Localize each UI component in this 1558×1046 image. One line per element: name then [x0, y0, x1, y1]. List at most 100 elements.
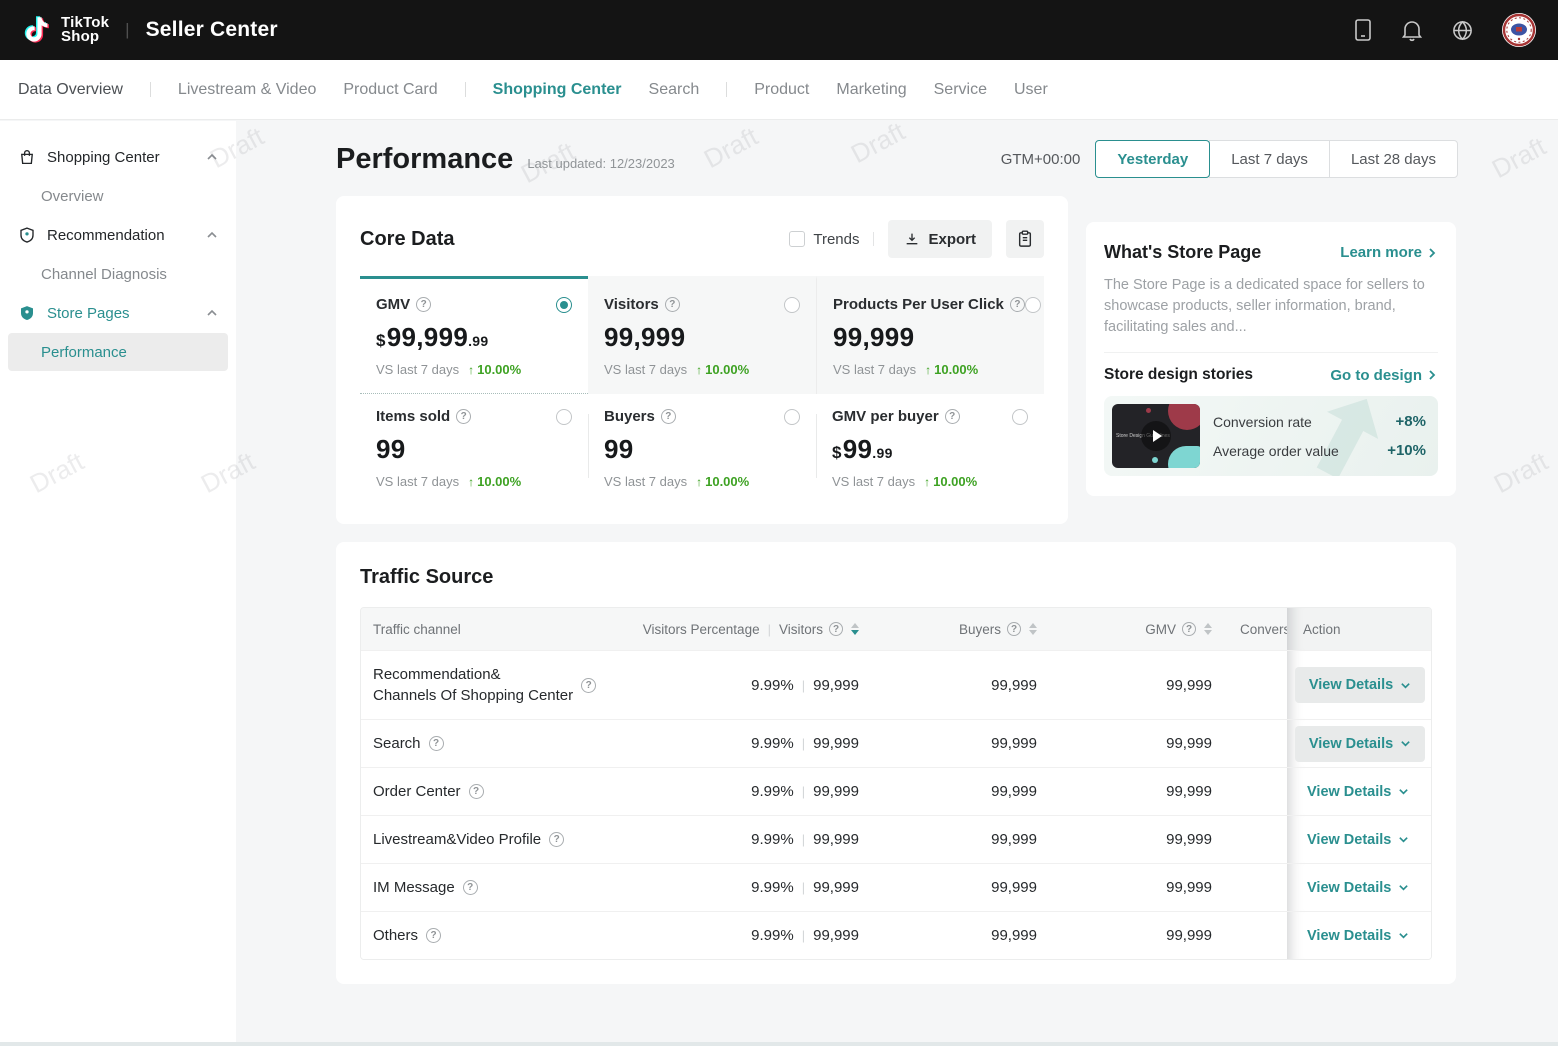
nav-item-shopping-center[interactable]: Shopping Center [493, 81, 622, 99]
nav-item-marketing[interactable]: Marketing [836, 81, 906, 99]
traffic-source-title: Traffic Source [360, 566, 1432, 589]
header-divider: | [125, 20, 129, 40]
metric-decimals: .99 [872, 445, 892, 461]
gmv-value: 99,999 [1166, 831, 1212, 848]
mobile-icon[interactable] [1353, 18, 1373, 42]
brand-text: TikTok Shop [61, 16, 109, 44]
sort-buyers-icon[interactable] [1029, 623, 1037, 635]
nav-item-search[interactable]: Search [649, 81, 700, 99]
range-button-yesterday[interactable]: Yesterday [1095, 140, 1210, 178]
help-icon[interactable]: ? [1182, 622, 1196, 636]
metric-card-gmv[interactable]: GMV?$99,999.99VS last 7 days↑10.00% [360, 276, 588, 394]
view-details-button[interactable]: View Details [1295, 822, 1421, 858]
visitors-percentage-value: 9.99% [751, 831, 794, 848]
metric-radio[interactable] [556, 409, 572, 425]
shield-star-icon [18, 226, 36, 244]
bell-icon[interactable] [1401, 18, 1423, 42]
help-icon[interactable]: ? [429, 736, 444, 751]
chevron-down-icon [1398, 930, 1409, 941]
nav-item-service[interactable]: Service [934, 81, 987, 99]
sidebar-item-overview[interactable]: Overview [0, 177, 236, 215]
table-row: IM Message?9.99%|99,99999,99999,999View … [361, 863, 1431, 911]
help-icon[interactable]: ? [665, 297, 680, 312]
metric-card-products-per-user-click[interactable]: Products Per User Click?99,999VS last 7 … [816, 276, 1044, 394]
visitors-value: 99,999 [813, 735, 859, 752]
help-icon[interactable]: ? [1010, 297, 1025, 312]
help-icon[interactable]: ? [456, 409, 471, 424]
sidebar-item-recommendation[interactable]: Recommendation [0, 215, 236, 255]
metric-decimals: .99 [468, 333, 488, 349]
range-button-last-7-days[interactable]: Last 7 days [1209, 140, 1330, 178]
table-row: Search?9.99%|99,99999,99999,999View Deta… [361, 719, 1431, 767]
range-button-last-28-days[interactable]: Last 28 days [1329, 140, 1458, 178]
sidebar-item-shopping-center[interactable]: Shopping Center [0, 137, 236, 177]
copy-report-button[interactable] [1006, 220, 1044, 258]
help-icon[interactable]: ? [581, 678, 596, 693]
view-details-button[interactable]: View Details [1295, 918, 1421, 954]
date-range-group: YesterdayLast 7 daysLast 28 days [1096, 140, 1458, 178]
help-icon[interactable]: ? [469, 784, 484, 799]
nav-item-user[interactable]: User [1014, 81, 1048, 99]
channel-name: Search [373, 735, 421, 752]
sidebar-item-performance[interactable]: Performance [8, 333, 228, 371]
help-icon[interactable]: ? [549, 832, 564, 847]
metric-radio[interactable] [784, 297, 800, 313]
gmv-value: 99,999 [1166, 677, 1212, 694]
view-details-button[interactable]: View Details [1295, 726, 1425, 762]
nav-item-product[interactable]: Product [754, 81, 809, 99]
sidebar-item-channel-diagnosis[interactable]: Channel Diagnosis [0, 255, 236, 293]
nav-item-livestream-video[interactable]: Livestream & Video [178, 81, 316, 99]
metric-card-buyers[interactable]: Buyers?99VS last 7 days↑10.00% [588, 394, 816, 498]
globe-icon[interactable] [1451, 19, 1474, 42]
chevron-down-icon [1398, 834, 1409, 845]
help-icon[interactable]: ? [829, 622, 843, 636]
metric-card-items-sold[interactable]: Items sold?99VS last 7 days↑10.00% [360, 394, 588, 498]
design-stories-banner[interactable]: Store Design Guidelines Conversion rate+… [1104, 396, 1438, 476]
metric-radio[interactable] [784, 409, 800, 425]
view-details-button[interactable]: View Details [1295, 667, 1425, 703]
page-header: Performance Last updated: 12/23/2023 GTM… [336, 140, 1458, 178]
help-icon[interactable]: ? [661, 409, 676, 424]
table-row: Others?9.99%|99,99999,99999,999View Deta… [361, 911, 1431, 959]
sidebar-item-store-pages[interactable]: Store Pages [0, 293, 236, 333]
trends-checkbox[interactable] [789, 231, 805, 247]
help-icon[interactable]: ? [426, 928, 441, 943]
sort-gmv-icon[interactable] [1204, 623, 1212, 635]
tiktok-shop-brand[interactable]: TikTok Shop [22, 12, 109, 48]
metric-radio[interactable] [556, 297, 572, 313]
bottom-edge [0, 1042, 1558, 1046]
metric-card-visitors[interactable]: Visitors?99,999VS last 7 days↑10.00% [588, 276, 816, 394]
sort-visitors-icon[interactable] [851, 623, 859, 635]
metric-card-gmv-per-buyer[interactable]: GMV per buyer?$99.99VS last 7 days↑10.00… [816, 394, 1044, 498]
core-data-card: Core Data Trends Export [336, 196, 1068, 524]
nav-item-product-card[interactable]: Product Card [343, 81, 437, 99]
help-icon[interactable]: ? [945, 409, 960, 424]
increase-arrow-icon: ↑ [696, 475, 702, 489]
metric-label: Buyers [604, 408, 655, 425]
avatar[interactable] [1502, 13, 1536, 47]
view-details-button[interactable]: View Details [1295, 774, 1421, 810]
chevron-up-icon [206, 151, 218, 163]
nav-item-data-overview[interactable]: Data Overview [18, 81, 123, 99]
help-icon[interactable]: ? [416, 297, 431, 312]
metric-radio[interactable] [1025, 297, 1041, 313]
controls-divider [873, 232, 874, 246]
col-buyers: Buyers [959, 622, 1001, 637]
go-to-design-link[interactable]: Go to design [1330, 367, 1438, 384]
video-thumbnail[interactable]: Store Design Guidelines [1112, 404, 1200, 468]
visitors-percentage-value: 9.99% [751, 677, 794, 694]
store-page-description: The Store Page is a dedicated space for … [1104, 275, 1438, 338]
value-separator: | [802, 678, 805, 693]
visitors-percentage-value: 9.99% [751, 783, 794, 800]
bag-icon [18, 148, 36, 166]
learn-more-link[interactable]: Learn more [1340, 244, 1438, 261]
stat-row: Conversion rate+8% [1213, 408, 1426, 435]
help-icon[interactable]: ? [1007, 622, 1021, 636]
gmv-value: 99,999 [1166, 927, 1212, 944]
buyers-value: 99,999 [991, 831, 1037, 848]
export-button[interactable]: Export [888, 220, 992, 258]
metric-radio[interactable] [1012, 409, 1028, 425]
store-design-stories-title: Store design stories [1104, 366, 1253, 384]
help-icon[interactable]: ? [463, 880, 478, 895]
view-details-button[interactable]: View Details [1295, 870, 1421, 906]
